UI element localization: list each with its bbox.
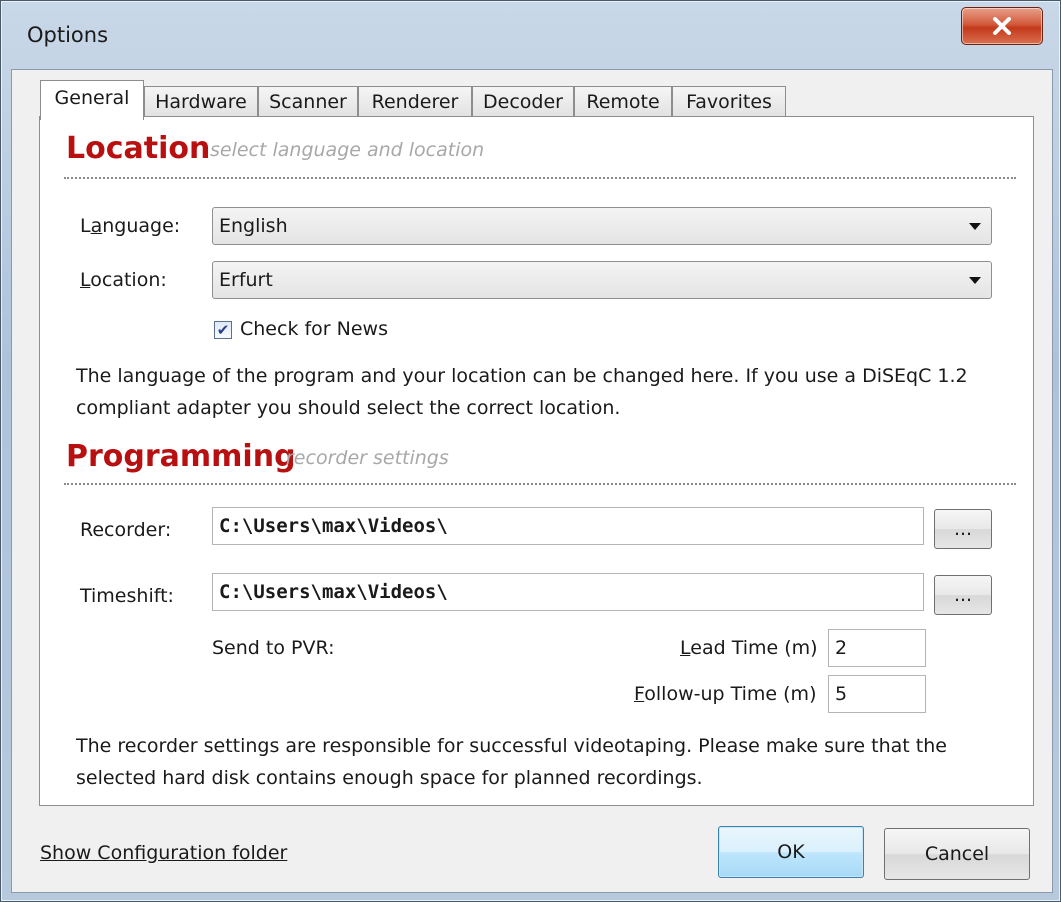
checkmark-icon: ✔ — [216, 321, 230, 339]
programming-description-line2: selected hard disk contains enough space… — [76, 767, 703, 789]
programming-description-line1: The recorder settings are responsible fo… — [76, 735, 947, 757]
location-divider — [64, 177, 1016, 179]
programming-divider — [64, 483, 1016, 485]
chevron-down-icon — [969, 223, 981, 230]
location-description-line2: compliant adapter you should select the … — [76, 397, 621, 419]
tab-favorites[interactable]: Favorites — [672, 86, 786, 118]
dialog-client-area: General Hardware Scanner Renderer Decode… — [11, 69, 1053, 893]
send-to-pvr-label: Send to PVR: — [212, 637, 335, 659]
tab-remote[interactable]: Remote — [574, 86, 672, 118]
tab-renderer[interactable]: Renderer — [358, 86, 472, 118]
location-value: Erfurt — [219, 269, 273, 291]
followup-time-input[interactable]: 5 — [828, 675, 926, 713]
location-section-title: Location — [66, 131, 211, 166]
timeshift-browse-button[interactable]: ... — [934, 575, 992, 615]
location-description-line1: The language of the program and your loc… — [76, 365, 968, 387]
tab-scanner[interactable]: Scanner — [258, 86, 358, 118]
close-button[interactable] — [961, 7, 1043, 45]
tab-decoder[interactable]: Decoder — [472, 86, 574, 118]
programming-section-title: Programming — [66, 439, 296, 474]
lead-time-input[interactable]: 2 — [828, 629, 926, 667]
language-value: English — [219, 215, 288, 237]
window-title: Options — [27, 23, 109, 47]
recorder-path-input[interactable]: C:\Users\max\Videos\ — [212, 507, 924, 545]
check-news-checkbox[interactable]: ✔ — [214, 321, 232, 339]
lead-time-label: Lead Time (m) — [680, 637, 818, 659]
tab-hardware[interactable]: Hardware — [144, 86, 258, 118]
ok-button[interactable]: OK — [718, 826, 864, 878]
options-window: Options General Hardware Scanner Rendere… — [0, 0, 1061, 902]
location-section-subtitle: select language and location — [210, 139, 485, 161]
close-icon — [993, 17, 1011, 35]
timeshift-path-input[interactable]: C:\Users\max\Videos\ — [212, 573, 924, 611]
programming-section-subtitle: recorder settings — [286, 447, 449, 469]
recorder-label: Recorder: — [80, 519, 172, 541]
location-dropdown[interactable]: Erfurt — [212, 261, 992, 299]
language-dropdown[interactable]: English — [212, 207, 992, 245]
general-tab-panel: Location select language and location La… — [39, 116, 1034, 806]
tab-general[interactable]: General — [40, 80, 144, 120]
cancel-button[interactable]: Cancel — [884, 828, 1030, 880]
show-config-folder-link[interactable]: Show Configuration folder — [40, 842, 287, 864]
followup-time-label: Follow-up Time (m) — [634, 683, 817, 705]
recorder-browse-button[interactable]: ... — [934, 509, 992, 549]
check-news-label[interactable]: Check for News — [240, 318, 388, 340]
title-bar[interactable]: Options — [1, 1, 1061, 71]
location-label: Location: — [80, 269, 167, 291]
timeshift-label: Timeshift: — [80, 585, 174, 607]
language-label: Language: — [80, 215, 181, 237]
chevron-down-icon — [969, 277, 981, 284]
